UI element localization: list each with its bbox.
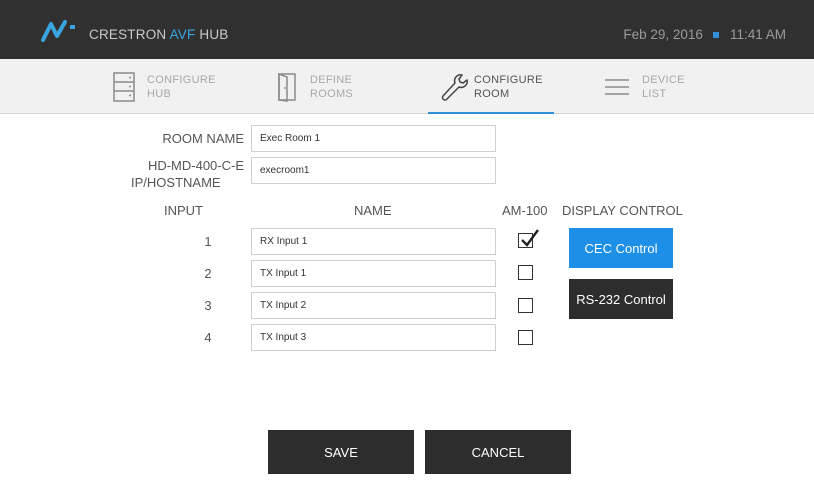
tab-configure-hub[interactable]: CONFIGURE HUB <box>113 59 216 114</box>
tab-define-rooms[interactable]: DEFINE ROOMS <box>276 59 353 114</box>
date-text: Feb 29, 2016 <box>623 27 703 42</box>
hostname-label-line2: IP/HOSTNAME <box>131 175 221 190</box>
tab-label: CONFIGURE ROOM <box>474 73 543 100</box>
hostname-label-line1: HD-MD-400-C-E <box>147 158 244 173</box>
crestron-logo-icon <box>41 20 75 42</box>
door-icon <box>278 72 296 102</box>
hostname-input[interactable]: execroom1 <box>251 157 496 184</box>
input-number: 1 <box>204 234 212 249</box>
cancel-button[interactable]: CANCEL <box>425 430 571 474</box>
tab-label: DEVICE LIST <box>642 73 685 100</box>
input-name-field[interactable]: RX Input 1 <box>251 228 496 255</box>
room-name-input[interactable]: Exec Room 1 <box>251 125 496 152</box>
tab-configure-room[interactable]: CONFIGURE ROOM <box>440 59 543 114</box>
tab-device-list[interactable]: DEVICE LIST <box>604 59 685 114</box>
input-name-field[interactable]: TX Input 3 <box>251 324 496 351</box>
separator-square-icon <box>712 31 719 38</box>
input-name-field[interactable]: TX Input 2 <box>251 292 496 319</box>
save-button[interactable]: SAVE <box>268 430 414 474</box>
input-column-header: INPUT <box>164 203 203 218</box>
checkmark-icon <box>521 229 539 247</box>
datetime: Feb 29, 2016 11:41 AM <box>623 27 786 42</box>
nav-bar: CONFIGURE HUB DEFINE ROOMS CONFIGURE ROO… <box>0 59 814 114</box>
active-tab-indicator <box>428 112 554 114</box>
input-number: 3 <box>204 298 212 313</box>
input-number: 2 <box>204 266 212 281</box>
server-icon <box>113 71 135 102</box>
hostname-label: HD-MD-400-C-E IP/HOSTNAME <box>100 157 244 191</box>
room-name-label: ROOM NAME <box>162 131 244 146</box>
input-number: 4 <box>204 330 212 345</box>
top-bar: CRESTRON AVF HUB Feb 29, 2016 11:41 AM <box>0 0 814 59</box>
rs232-control-button[interactable]: RS-232 Control <box>569 279 673 319</box>
name-column-header: NAME <box>354 203 392 218</box>
time-text: 11:41 AM <box>729 27 786 42</box>
input-name-field[interactable]: TX Input 1 <box>251 260 496 287</box>
brand-title: CRESTRON AVF HUB <box>89 27 229 42</box>
list-icon <box>605 78 629 95</box>
tab-label: DEFINE ROOMS <box>310 73 354 100</box>
tab-label: CONFIGURE HUB <box>147 73 216 100</box>
am100-checkbox[interactable] <box>518 298 533 313</box>
am100-checkbox[interactable] <box>518 229 539 248</box>
display-control-column-header: DISPLAY CONTROL <box>562 203 683 218</box>
am100-checkbox[interactable] <box>518 330 533 345</box>
am100-column-header: AM-100 <box>502 203 548 218</box>
wrench-icon <box>441 73 468 101</box>
cec-control-button[interactable]: CEC Control <box>569 228 673 268</box>
am100-checkbox[interactable] <box>518 265 533 280</box>
